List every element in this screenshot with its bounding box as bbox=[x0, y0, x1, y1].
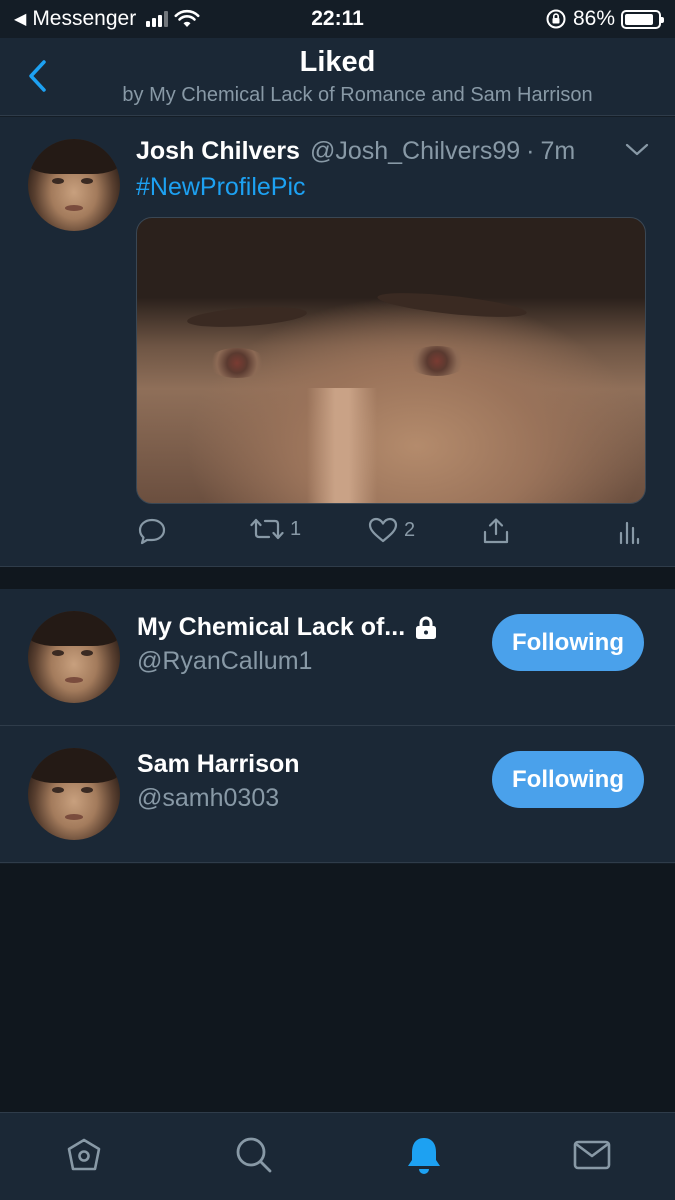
tweet-author-name[interactable]: Josh Chilvers bbox=[136, 137, 300, 166]
orientation-lock-icon bbox=[546, 9, 566, 29]
user-name[interactable]: Sam Harrison bbox=[137, 750, 300, 779]
lock-icon bbox=[416, 616, 437, 639]
like-count: 2 bbox=[404, 518, 416, 541]
tab-messages[interactable] bbox=[570, 1133, 614, 1177]
heart-icon bbox=[368, 517, 398, 543]
reply-icon bbox=[138, 518, 166, 545]
following-button[interactable]: Following bbox=[492, 614, 644, 671]
user-name[interactable]: My Chemical Lack of... bbox=[137, 613, 405, 642]
tab-home[interactable] bbox=[62, 1133, 106, 1177]
tweet-card[interactable]: Josh Chilvers @Josh_Chilvers99 · 7m #New… bbox=[0, 117, 675, 567]
avatar[interactable] bbox=[28, 139, 120, 231]
tweet-hashtag[interactable]: #NewProfilePic bbox=[136, 173, 306, 202]
back-app-label: Messenger bbox=[32, 7, 137, 30]
tweet-image[interactable] bbox=[136, 217, 646, 504]
empty-area bbox=[0, 864, 675, 1112]
user-name-row: My Chemical Lack of... bbox=[137, 613, 437, 642]
back-to-app[interactable]: ◀ Messenger bbox=[14, 7, 200, 31]
notifications-icon bbox=[408, 1138, 440, 1174]
signal-icon bbox=[146, 11, 169, 27]
section-divider bbox=[0, 567, 675, 589]
tab-bar bbox=[0, 1112, 675, 1200]
user-row[interactable]: My Chemical Lack of... @RyanCallum1 Foll… bbox=[0, 589, 675, 726]
page-title: Liked bbox=[299, 46, 376, 78]
user-handle[interactable]: @RyanCallum1 bbox=[137, 647, 312, 676]
following-button[interactable]: Following bbox=[492, 751, 644, 808]
battery-icon bbox=[621, 9, 664, 29]
avatar[interactable] bbox=[28, 748, 120, 840]
retweet-icon bbox=[250, 518, 284, 540]
tweet-header: Josh Chilvers @Josh_Chilvers99 · 7m bbox=[136, 137, 575, 166]
page-subtitle: by My Chemical Lack of Romance and Sam H… bbox=[122, 84, 593, 106]
back-triangle-icon: ◀ bbox=[14, 11, 27, 28]
user-name-row: Sam Harrison bbox=[137, 750, 300, 779]
status-bar: ◀ Messenger 22:11 86% bbox=[0, 0, 675, 38]
tweet-author-handle[interactable]: @Josh_Chilvers99 bbox=[310, 137, 520, 166]
chevron-down-icon[interactable] bbox=[625, 143, 649, 157]
wifi-icon bbox=[174, 9, 200, 27]
reply-button[interactable] bbox=[138, 517, 166, 545]
like-button[interactable]: 2 bbox=[368, 517, 415, 543]
retweet-count: 1 bbox=[290, 517, 302, 540]
navigation-header: Liked by My Chemical Lack of Romance and… bbox=[0, 38, 675, 116]
share-button[interactable] bbox=[482, 517, 510, 545]
analytics-button[interactable] bbox=[618, 517, 640, 545]
share-icon bbox=[483, 518, 509, 544]
user-row[interactable]: Sam Harrison @samh0303 Following bbox=[0, 726, 675, 863]
search-icon bbox=[236, 1137, 272, 1173]
tab-search[interactable] bbox=[232, 1133, 276, 1177]
battery-percent: 86% bbox=[572, 7, 615, 30]
home-icon bbox=[67, 1138, 101, 1171]
messages-icon bbox=[573, 1140, 611, 1170]
user-handle[interactable]: @samh0303 bbox=[137, 784, 279, 813]
retweet-button[interactable]: 1 bbox=[250, 517, 301, 541]
avatar[interactable] bbox=[28, 611, 120, 703]
tweet-timestamp: 7m bbox=[540, 137, 576, 165]
separator-dot: · bbox=[526, 137, 535, 165]
tab-notifications[interactable] bbox=[402, 1133, 446, 1177]
tweet-actions: 1 2 bbox=[136, 517, 646, 553]
analytics-icon bbox=[619, 521, 640, 545]
